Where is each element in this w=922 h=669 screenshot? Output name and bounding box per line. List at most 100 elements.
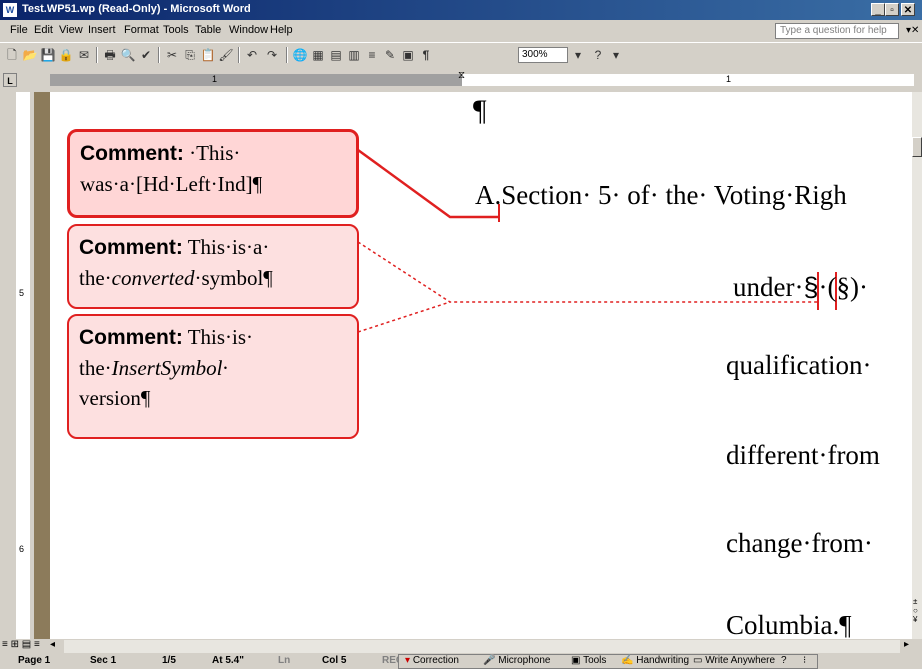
undo-icon[interactable]: ↶: [244, 47, 260, 63]
new-document-icon[interactable]: 🗋: [4, 47, 20, 63]
menu-edit[interactable]: Edit: [34, 24, 53, 36]
comment-text: the·: [79, 266, 112, 290]
langbar-options-icon[interactable]: ⁝: [803, 655, 806, 666]
indent-marker-icon[interactable]: ⧖: [458, 70, 465, 81]
close-document-icon[interactable]: ▾✕: [906, 25, 919, 36]
toolbar-separator: [96, 47, 98, 63]
document-text: ·(§)·: [818, 272, 868, 302]
vruler-number: 6: [19, 544, 25, 554]
comment-text: the·: [79, 356, 112, 380]
close-icon[interactable]: ✕: [901, 3, 915, 16]
vertical-ruler-strip: [16, 92, 30, 639]
langbar-help-icon[interactable]: ?: [781, 655, 787, 666]
help-search-input[interactable]: Type a question for help: [775, 23, 899, 39]
menu-bar: File Edit View Insert Format Tools Table…: [0, 20, 922, 42]
email-icon[interactable]: ✉: [76, 47, 92, 63]
vertical-scrollbar[interactable]: ± ○ ¥: [912, 92, 922, 639]
comment-label: Comment:: [79, 326, 183, 349]
print-preview-icon[interactable]: 🔍: [120, 47, 136, 63]
horizontal-ruler[interactable]: L 1 1 ⧖: [0, 68, 922, 92]
insert-excel-icon[interactable]: ▥: [346, 47, 362, 63]
menu-format[interactable]: Format: [124, 24, 159, 36]
print-icon[interactable]: 🖶: [102, 47, 118, 63]
toolbar-options-icon[interactable]: ▾: [608, 47, 624, 63]
ruler-number: 1: [726, 74, 732, 84]
open-icon[interactable]: 📂: [22, 47, 38, 63]
comment-text: version¶: [79, 386, 151, 410]
status-page: Page 1: [18, 655, 51, 666]
show-hide-icon[interactable]: ¶: [418, 47, 434, 63]
permission-icon[interactable]: 🔒: [58, 47, 74, 63]
tools-label: Tools: [583, 655, 607, 666]
scroll-thumb[interactable]: [912, 137, 922, 157]
restore-icon[interactable]: ▫: [885, 3, 899, 16]
insert-table-icon[interactable]: ▤: [328, 47, 344, 63]
handwriting-button[interactable]: ✍ Handwriting: [621, 655, 689, 666]
toolbar-separator: [286, 47, 288, 63]
scroll-track[interactable]: [64, 640, 900, 653]
view-buttons-icon[interactable]: ≡ ⊞ ▤ ≡: [2, 639, 40, 650]
comment-balloon[interactable]: Comment: ·This· was·a·[Hd·Left·Ind]¶: [67, 129, 359, 218]
correction-button[interactable]: ▾ Correction: [405, 655, 459, 666]
comment-text: This·is·: [182, 325, 254, 349]
correction-icon: ▾: [405, 655, 411, 666]
comment-balloon[interactable]: Comment: This·is·a· the·converted·symbol…: [67, 224, 359, 309]
drawing-icon[interactable]: ✎: [382, 47, 398, 63]
zoom-select[interactable]: 300%: [518, 47, 568, 63]
browse-object-icon[interactable]: ± ○ ¥: [913, 597, 918, 624]
comment-label: Comment:: [80, 142, 184, 165]
format-painter-icon[interactable]: 🖌: [218, 47, 234, 63]
toolbar-separator: [158, 47, 160, 63]
scroll-left-icon[interactable]: ◂: [50, 639, 55, 650]
comment-label: Comment:: [79, 236, 183, 259]
menu-tools[interactable]: Tools: [163, 24, 189, 36]
language-bar: ▾ Correction 🎤 Microphone ▣ Tools ✍ Hand…: [398, 654, 818, 669]
comment-text: ·This·: [183, 141, 241, 165]
correction-label: Correction: [412, 655, 459, 666]
document-map-icon[interactable]: ▣: [400, 47, 416, 63]
columns-icon[interactable]: ≡: [364, 47, 380, 63]
status-bar: Page 1 Sec 1 1/5 At 5.4" Ln Col 5 REC ▾ …: [0, 654, 922, 669]
write-anywhere-label: Write Anywhere: [705, 655, 776, 666]
comment-text: This·is·a·: [182, 235, 270, 259]
menu-file[interactable]: File: [10, 24, 28, 36]
zoom-dropdown-icon[interactable]: ▾: [570, 47, 586, 63]
document-line: A.Section· 5· of· the· Voting·Righ: [475, 180, 847, 210]
comment-balloon[interactable]: Comment: This·is· the·InsertSymbol· vers…: [67, 314, 359, 439]
scroll-right-icon[interactable]: ▸: [904, 639, 909, 650]
tab-selector[interactable]: L: [3, 73, 17, 87]
document-line: different·from: [726, 440, 880, 470]
document-line: under·§·(§)·: [733, 272, 868, 303]
paste-icon[interactable]: 📋: [200, 47, 216, 63]
minimize-icon[interactable]: _: [871, 3, 885, 16]
copy-icon[interactable]: ⎘: [182, 47, 198, 63]
help-icon[interactable]: ?: [590, 47, 606, 63]
redo-icon[interactable]: ↷: [264, 47, 280, 63]
vruler-number: 5: [19, 288, 25, 298]
hyperlink-icon[interactable]: 🌐: [292, 47, 308, 63]
menu-view[interactable]: View: [59, 24, 83, 36]
menu-table[interactable]: Table: [195, 24, 221, 36]
microphone-button[interactable]: 🎤 Microphone: [483, 655, 551, 666]
menu-insert[interactable]: Insert: [88, 24, 116, 36]
document-text: under·: [733, 272, 804, 302]
tools-button[interactable]: ▣ Tools: [571, 655, 606, 666]
menu-window[interactable]: Window: [229, 24, 268, 36]
menu-help[interactable]: Help: [270, 24, 293, 36]
horizontal-scrollbar[interactable]: ≡ ⊞ ▤ ≡ ◂ ▸: [0, 639, 922, 654]
word-app-icon[interactable]: W: [3, 3, 17, 17]
microphone-label: Microphone: [498, 655, 551, 666]
comment-text: ·symbol¶: [194, 266, 273, 290]
microphone-icon: 🎤: [483, 655, 496, 666]
document-line: change·from·: [726, 528, 873, 558]
document-line: Columbia.¶: [726, 610, 852, 639]
cut-icon[interactable]: ✂: [164, 47, 180, 63]
document-page[interactable]: ¶ Comment: ·This· was·a·[Hd·Left·Ind]¶ C…: [50, 92, 912, 639]
write-anywhere-button[interactable]: ▭ Write Anywhere: [693, 655, 775, 666]
tables-borders-icon[interactable]: ▦: [310, 47, 326, 63]
spelling-icon[interactable]: ✔: [138, 47, 154, 63]
save-icon[interactable]: 💾: [40, 47, 56, 63]
page-margin: [34, 92, 50, 639]
comment-text-italic: converted: [111, 266, 195, 290]
ruler-number: 1: [212, 74, 218, 84]
